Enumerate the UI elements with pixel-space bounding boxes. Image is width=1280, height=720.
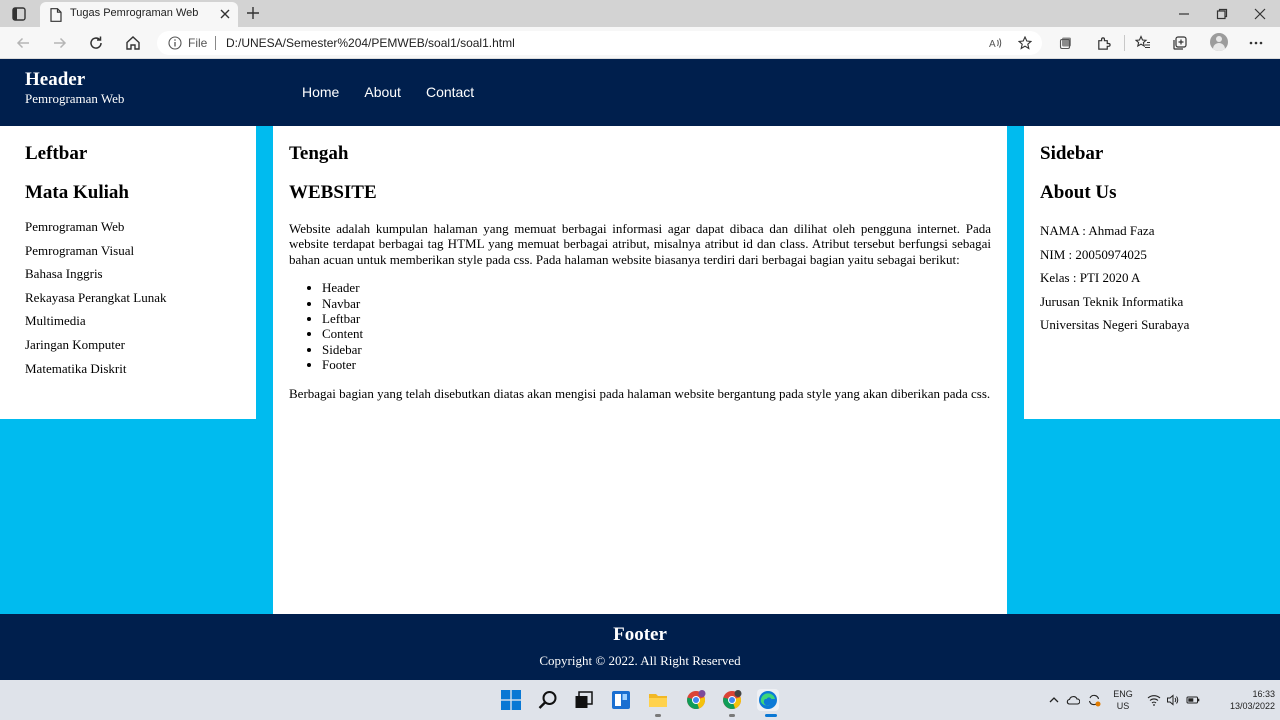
language-code: ENG bbox=[1113, 689, 1133, 699]
nav-contact-link[interactable]: Contact bbox=[426, 84, 474, 100]
list-item: Rekayasa Perangkat Lunak bbox=[25, 289, 167, 305]
wifi-icon[interactable] bbox=[1147, 693, 1161, 707]
site-navbar: Home About Contact bbox=[302, 84, 474, 100]
list-item: Footer bbox=[322, 357, 991, 372]
nav-home-link[interactable]: Home bbox=[302, 84, 339, 100]
leftbar: Leftbar Mata Kuliah Pemrograman Web Pemr… bbox=[0, 126, 256, 419]
new-tab-icon[interactable] bbox=[246, 6, 260, 20]
tab-actions-icon[interactable] bbox=[11, 6, 27, 22]
site-footer: Footer Copyright © 2022. All Right Reser… bbox=[0, 614, 1280, 680]
site-header: Header Pemrograman Web Home About Contac… bbox=[0, 59, 1280, 126]
leftbar-title: Leftbar bbox=[25, 143, 88, 164]
home-icon[interactable] bbox=[124, 34, 142, 52]
svg-text:A: A bbox=[989, 39, 996, 50]
active-app-indicator bbox=[765, 714, 777, 717]
collections-add-icon[interactable] bbox=[1172, 35, 1188, 51]
favorites-icon[interactable] bbox=[1135, 35, 1151, 51]
close-tab-icon[interactable] bbox=[219, 8, 231, 20]
extensions-icon[interactable] bbox=[1095, 35, 1111, 51]
center-subtitle: WEBSITE bbox=[289, 182, 377, 203]
site-title: Header bbox=[25, 69, 86, 90]
file-label: File bbox=[188, 36, 208, 50]
task-view-icon[interactable] bbox=[573, 689, 595, 711]
list-item: Matematika Diskrit bbox=[25, 360, 127, 376]
search-icon[interactable] bbox=[537, 689, 559, 711]
list-item: Bahasa Inggris bbox=[25, 266, 103, 282]
site-subtitle: Pemrograman Web bbox=[25, 91, 125, 106]
sidebar: Sidebar About Us NAMA : Ahmad Faza NIM :… bbox=[1024, 126, 1280, 419]
list-item: Header bbox=[322, 280, 991, 295]
sidebar-title: Sidebar bbox=[1040, 143, 1104, 164]
toolbar-separator bbox=[1124, 35, 1125, 51]
profile-avatar[interactable] bbox=[1210, 33, 1228, 51]
url-text[interactable]: D:/UNESA/Semester%204/PEMWEB/soal1/soal1… bbox=[226, 36, 515, 50]
back-icon[interactable] bbox=[14, 34, 32, 52]
closing-paragraph: Berbagai bagian yang telah disebutkan di… bbox=[289, 385, 991, 401]
list-item: NIM : 20050974025 bbox=[1040, 246, 1147, 262]
list-item: Multimedia bbox=[25, 313, 86, 329]
course-list: Pemrograman Web Pemrograman Visual Bahas… bbox=[25, 219, 256, 376]
language-indicator[interactable]: ENG US bbox=[1108, 688, 1138, 712]
minimize-icon[interactable] bbox=[1177, 7, 1191, 21]
browser-tabstrip: Tugas Pemrograman Web bbox=[0, 0, 1280, 27]
file-explorer-icon[interactable] bbox=[647, 689, 669, 711]
section-bullet-list: Header Navbar Leftbar Content Sidebar Fo… bbox=[289, 280, 991, 372]
refresh-icon[interactable] bbox=[87, 34, 105, 52]
list-item: Content bbox=[322, 326, 991, 341]
clock-time: 16:33 bbox=[1252, 689, 1275, 699]
web-page: Header Pemrograman Web Home About Contac… bbox=[0, 59, 1280, 680]
restore-icon[interactable] bbox=[1215, 7, 1229, 21]
center-content: Tengah WEBSITE Website adalah kumpulan h… bbox=[273, 126, 1007, 614]
list-item: Jaringan Komputer bbox=[25, 336, 126, 352]
footer-copyright: Copyright © 2022. All Right Reserved bbox=[539, 653, 741, 668]
sidebar-subtitle: About Us bbox=[1040, 182, 1117, 203]
edge-icon[interactable] bbox=[757, 689, 779, 711]
list-item: Leftbar bbox=[322, 311, 991, 326]
system-clock[interactable]: 16:33 13/03/2022 bbox=[1205, 688, 1275, 712]
more-options-icon[interactable] bbox=[1248, 35, 1264, 51]
list-item: Universitas Negeri Surabaya bbox=[1040, 317, 1190, 333]
list-item: Jurusan Teknik Informatika bbox=[1040, 293, 1184, 309]
browser-toolbar: File D:/UNESA/Semester%204/PEMWEB/soal1/… bbox=[0, 27, 1280, 59]
leftbar-subtitle: Mata Kuliah bbox=[25, 182, 129, 203]
address-bar[interactable]: File D:/UNESA/Semester%204/PEMWEB/soal1/… bbox=[157, 31, 1042, 55]
taskbar: ENG US 16:33 13/03/2022 bbox=[0, 680, 1280, 720]
collections-icon[interactable] bbox=[1058, 35, 1074, 51]
forward-icon[interactable] bbox=[51, 34, 69, 52]
battery-icon[interactable] bbox=[1186, 693, 1200, 707]
running-indicator bbox=[729, 714, 735, 717]
clock-date: 13/03/2022 bbox=[1229, 701, 1275, 711]
browser-tab-active[interactable]: Tugas Pemrograman Web bbox=[40, 2, 238, 27]
running-indicator bbox=[655, 714, 661, 717]
footer-title: Footer bbox=[613, 624, 667, 645]
favorite-star-icon[interactable] bbox=[1018, 36, 1032, 50]
list-item: Pemrograman Visual bbox=[25, 242, 135, 258]
list-item: NAMA : Ahmad Faza bbox=[1040, 223, 1155, 238]
list-item: Kelas : PTI 2020 A bbox=[1040, 270, 1141, 286]
keyboard-region: US bbox=[1116, 701, 1130, 711]
intro-paragraph: Website adalah kumpulan halaman yang mem… bbox=[289, 221, 991, 267]
read-aloud-icon[interactable]: A bbox=[989, 36, 1003, 50]
center-title: Tengah bbox=[289, 143, 349, 164]
tab-title: Tugas Pemrograman Web bbox=[70, 7, 199, 19]
info-icon[interactable] bbox=[168, 36, 182, 50]
list-item: Navbar bbox=[322, 296, 991, 311]
list-item: Sidebar bbox=[322, 342, 991, 357]
about-list: NAMA : Ahmad Faza NIM : 20050974025 Kela… bbox=[1040, 223, 1280, 332]
close-window-icon[interactable] bbox=[1253, 7, 1267, 21]
page-icon bbox=[50, 8, 62, 22]
widgets-icon[interactable] bbox=[610, 689, 632, 711]
list-item: Pemrograman Web bbox=[25, 219, 125, 234]
address-separator bbox=[215, 36, 216, 50]
windows-start-icon[interactable] bbox=[500, 689, 522, 711]
sync-icon[interactable] bbox=[1087, 693, 1101, 707]
speaker-icon[interactable] bbox=[1166, 693, 1180, 707]
onedrive-cloud-icon[interactable] bbox=[1066, 693, 1080, 707]
chrome-profile-icon[interactable] bbox=[685, 689, 707, 711]
chrome-icon[interactable] bbox=[721, 689, 743, 711]
chevron-up-icon[interactable] bbox=[1047, 693, 1061, 707]
nav-about-link[interactable]: About bbox=[364, 84, 401, 100]
